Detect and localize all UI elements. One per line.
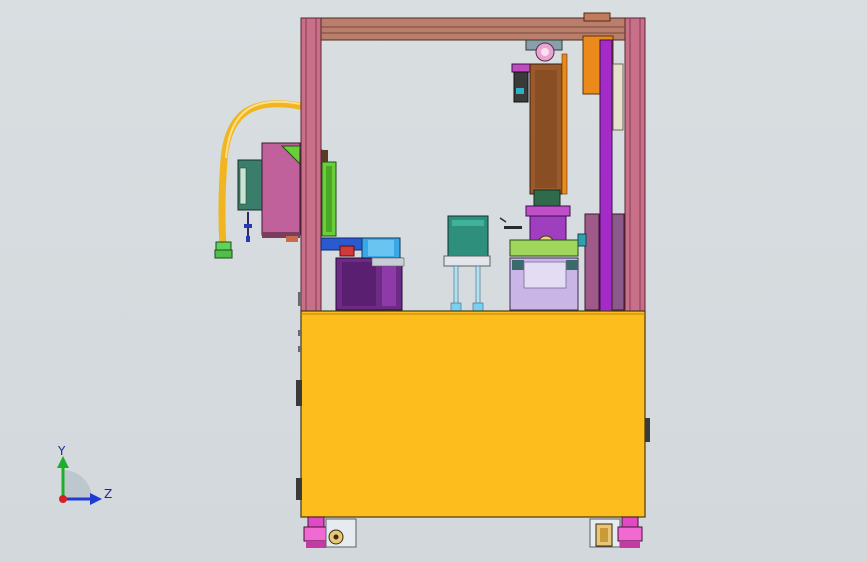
teal-control-module [443,215,491,312]
machine-assembly-drawing: Y Z [57,12,650,548]
frame-left-post [300,17,322,313]
origin-dot-icon [59,495,67,503]
right-vertical-column [582,35,625,313]
triad-arc [63,470,92,499]
frame-right-post [624,17,646,313]
hose-fitting [214,241,233,259]
fixture-nest [509,233,587,311]
frame-top-beam [320,12,626,41]
caster-right [589,516,643,548]
z-axis-label: Z [104,487,112,501]
cad-viewport[interactable]: Y Z [0,0,867,562]
caster-left [303,516,357,548]
y-axis-label: Y [57,444,66,458]
machine-cabinet [296,292,650,518]
pick-place-head [499,39,571,253]
bowl-feeder [320,237,405,311]
orientation-triad[interactable]: Y Z [57,444,112,505]
